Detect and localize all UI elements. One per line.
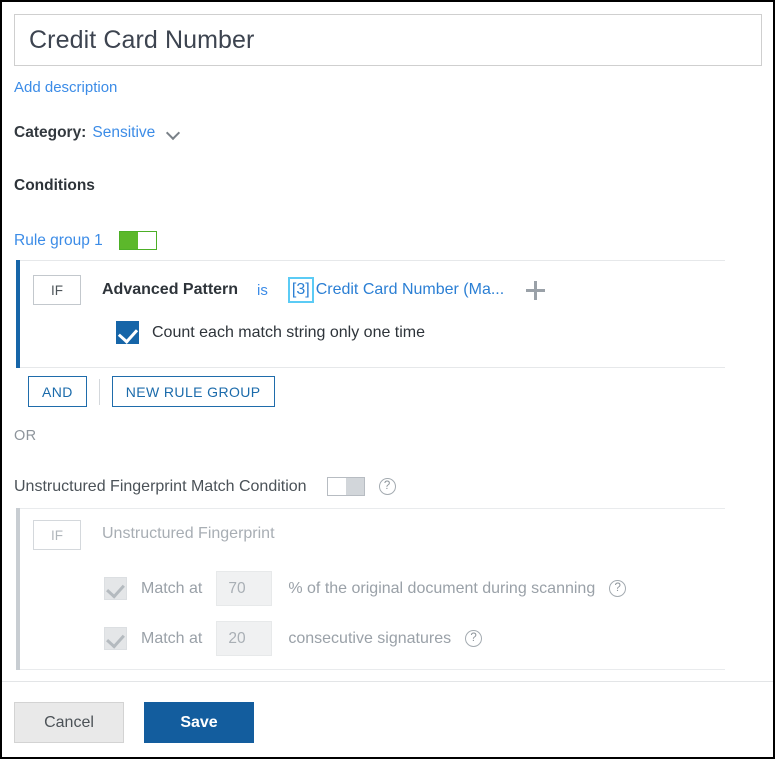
save-button[interactable]: Save bbox=[144, 702, 254, 743]
footer-button-row: Cancel Save bbox=[14, 702, 254, 743]
question-mark-icon[interactable]: ? bbox=[378, 478, 396, 495]
cancel-button[interactable]: Cancel bbox=[14, 702, 124, 743]
rule-count-badge[interactable]: [3] bbox=[287, 277, 314, 303]
count-once-row: Count each match string only one time bbox=[116, 321, 425, 344]
rule-operator-selector[interactable]: is bbox=[257, 282, 268, 299]
rule-group-header: Rule group 1 bbox=[14, 231, 157, 250]
toggle-track bbox=[137, 232, 156, 249]
fingerprint-signatures-checkbox bbox=[104, 627, 127, 650]
add-description-link[interactable]: Add description bbox=[14, 79, 117, 96]
logic-button-row: AND NEW RULE GROUP bbox=[28, 376, 275, 407]
fingerprint-signatures-prefix: Match at bbox=[141, 629, 203, 647]
fingerprint-title: Unstructured Fingerprint Match Condition bbox=[14, 477, 307, 495]
conditions-heading: Conditions bbox=[14, 177, 95, 194]
rule-group-label[interactable]: Rule group 1 bbox=[14, 232, 103, 250]
rule-group-toggle[interactable] bbox=[118, 231, 157, 250]
fingerprint-header: Unstructured Fingerprint Match Condition… bbox=[14, 477, 396, 496]
count-once-checkbox[interactable] bbox=[116, 321, 139, 344]
fingerprint-field-name: Unstructured Fingerprint bbox=[102, 525, 275, 542]
button-divider bbox=[98, 378, 100, 405]
chevron-down-icon[interactable] bbox=[167, 127, 180, 140]
fingerprint-toggle[interactable] bbox=[326, 477, 365, 496]
category-value[interactable]: Sensitive bbox=[92, 124, 155, 142]
fingerprint-row: Match at 70 % of the original document d… bbox=[104, 571, 627, 606]
fingerprint-match-percent-input: 70 bbox=[216, 571, 273, 606]
rule-row: Advanced Pattern is [3] Credit Card Numb… bbox=[102, 276, 546, 304]
category-label: Category: bbox=[14, 124, 87, 141]
toggle-knob bbox=[327, 478, 346, 495]
rule-group-inner: IF Advanced Pattern is [3] Credit Card N… bbox=[20, 260, 725, 368]
fingerprint-body: IF Unstructured Fingerprint Match at 70 … bbox=[16, 508, 725, 670]
question-mark-icon[interactable]: ? bbox=[609, 580, 627, 597]
rule-field-selector[interactable]: Advanced Pattern bbox=[102, 281, 238, 299]
dialog-window: Credit Card Number Add description Categ… bbox=[0, 0, 775, 759]
dialog-footer: Cancel Save bbox=[2, 681, 773, 757]
category-row: Category: Sensitive bbox=[14, 124, 180, 142]
fingerprint-signatures-input: 20 bbox=[216, 621, 273, 656]
rule-value-selector[interactable]: Credit Card Number (Ma... bbox=[316, 281, 505, 299]
fingerprint-signatures-suffix: consecutive signatures bbox=[288, 629, 452, 647]
count-once-label: Count each match string only one time bbox=[152, 323, 426, 341]
new-rule-group-button[interactable]: NEW RULE GROUP bbox=[111, 376, 275, 407]
toggle-track bbox=[345, 478, 364, 495]
and-button[interactable]: AND bbox=[28, 376, 87, 407]
fingerprint-match-percent-prefix: Match at bbox=[141, 579, 203, 597]
toggle-knob bbox=[119, 232, 138, 249]
if-chip[interactable]: IF bbox=[33, 275, 81, 305]
rule-group-body: IF Advanced Pattern is [3] Credit Card N… bbox=[16, 260, 725, 368]
fingerprint-inner: IF Unstructured Fingerprint Match at 70 … bbox=[20, 508, 725, 670]
plus-icon[interactable] bbox=[526, 280, 546, 300]
fingerprint-match-percent-checkbox bbox=[104, 577, 127, 600]
fingerprint-row: Match at 20 consecutive signatures ? bbox=[104, 621, 483, 656]
or-separator: OR bbox=[14, 428, 37, 444]
dialog-body: Credit Card Number Add description Categ… bbox=[2, 2, 773, 681]
question-mark-icon[interactable]: ? bbox=[465, 630, 483, 647]
fingerprint-match-percent-suffix: % of the original document during scanni… bbox=[288, 579, 596, 597]
fingerprint-if-chip: IF bbox=[33, 520, 81, 550]
policy-name-value: Credit Card Number bbox=[29, 25, 255, 54]
policy-name-input[interactable]: Credit Card Number bbox=[14, 14, 762, 66]
